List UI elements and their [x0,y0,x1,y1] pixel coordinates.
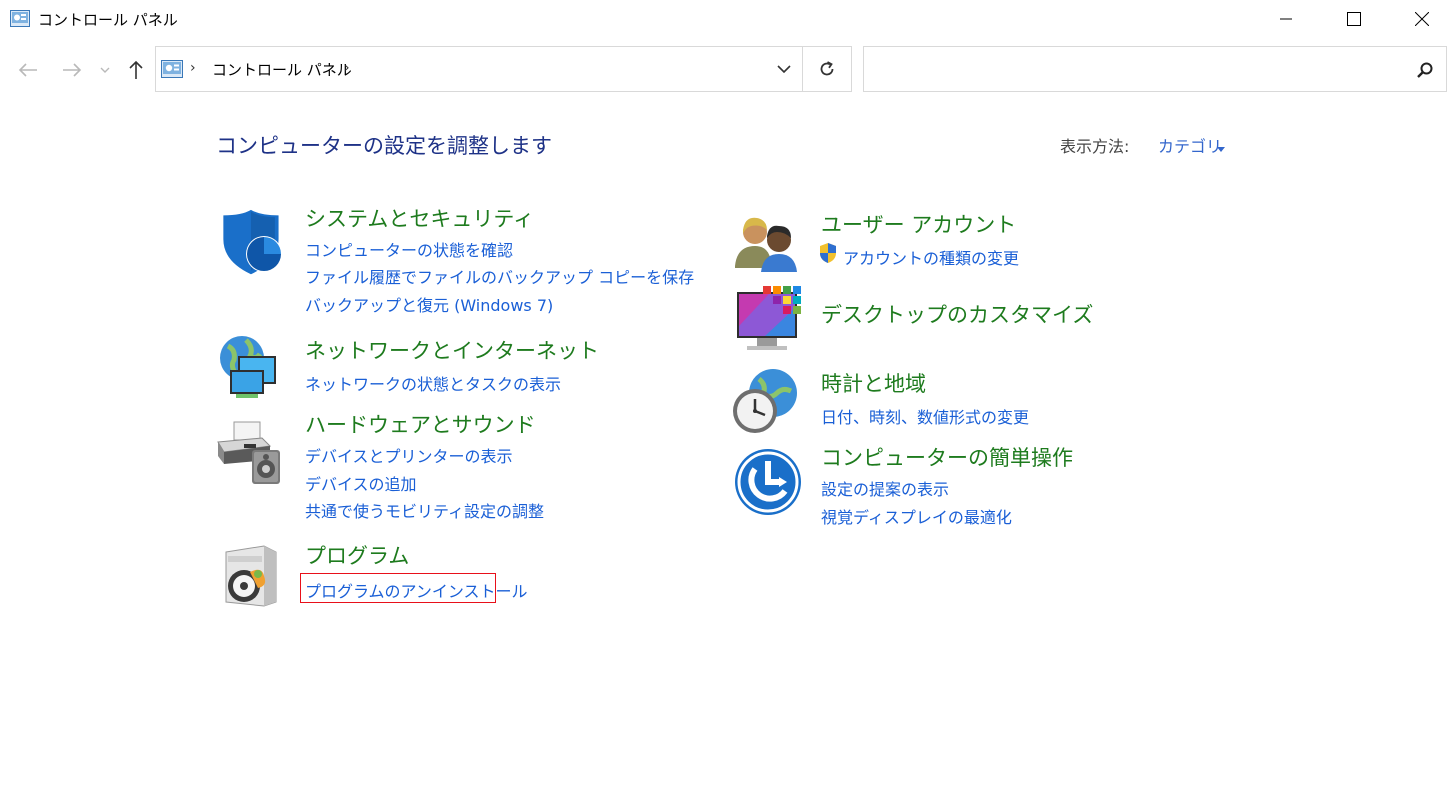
link-backup-restore[interactable]: バックアップと復元 (Windows 7) [305,292,553,316]
search-button[interactable] [1414,59,1436,81]
close-icon [1415,12,1429,26]
caret-down-icon[interactable] [1217,137,1225,156]
up-button[interactable] [122,56,150,84]
link-change-account-type[interactable]: アカウントの種類の変更 [843,245,1019,269]
chevron-down-icon [100,67,110,73]
back-button[interactable] [12,56,44,84]
category-hardware-sound[interactable]: ハードウェアとサウンド [305,409,536,439]
close-button[interactable] [1388,0,1456,38]
highlight-box [300,573,496,603]
category-desktop-customization[interactable]: デスクトップのカスタマイズ [821,299,1093,329]
link-network-status[interactable]: ネットワークの状態とタスクの表示 [305,371,561,395]
category-network-internet[interactable]: ネットワークとインターネット [305,335,599,365]
search-icon [1417,62,1433,78]
search-box[interactable] [863,46,1447,92]
desktop-customization-icon[interactable] [735,286,805,356]
view-by-label: 表示方法: [1060,137,1130,156]
maximize-icon [1347,12,1361,26]
window-title: コントロール パネル [38,11,178,29]
link-devices-printers[interactable]: デバイスとプリンターの表示 [305,443,513,467]
category-programs[interactable]: プログラム [305,540,409,570]
shield-icon[interactable] [216,208,286,278]
arrow-left-icon [18,63,37,77]
programs-icon[interactable] [216,542,286,612]
link-check-computer-status[interactable]: コンピューターの状態を確認 [305,237,513,261]
link-date-time-format[interactable]: 日付、時刻、数値形式の変更 [821,404,1029,428]
user-accounts-icon[interactable] [733,210,803,280]
printer-icon[interactable] [214,416,284,486]
category-clock-region[interactable]: 時計と地域 [821,368,926,398]
arrow-up-icon [129,60,143,79]
refresh-button[interactable] [803,47,851,91]
arrow-right-icon [63,63,82,77]
chevron-down-icon [777,65,791,73]
category-system-security[interactable]: システムとセキュリティ [305,203,534,233]
search-input[interactable] [870,55,1400,83]
link-optimize-display[interactable]: 視覚ディスプレイの最適化 [821,504,1012,528]
link-get-recommendations[interactable]: 設定の提案の表示 [821,476,949,500]
minimize-icon [1280,18,1292,20]
breadcrumb-separator[interactable]: › [344,60,350,76]
ease-of-access-icon[interactable] [733,447,803,517]
page-title: コンピューターの設定を調整します [216,134,552,158]
address-bar[interactable]: › コントロール パネル › [155,46,852,92]
uac-shield-icon [818,242,838,264]
view-by-dropdown[interactable]: カテゴリ [1158,133,1222,157]
breadcrumb-control-panel[interactable]: コントロール パネル [212,59,352,80]
link-add-device[interactable]: デバイスの追加 [305,471,417,495]
minimize-button[interactable] [1252,0,1320,38]
maximize-button[interactable] [1320,0,1388,38]
control-panel-icon [161,60,183,78]
link-mobility-settings[interactable]: 共通で使うモビリティ設定の調整 [305,498,544,522]
category-ease-of-access[interactable]: コンピューターの簡単操作 [821,442,1073,472]
title-bar: コントロール パネル [0,0,1456,38]
category-user-accounts[interactable]: ユーザー アカウント [821,209,1016,239]
refresh-icon [820,61,834,76]
recent-locations-button[interactable] [96,56,114,84]
forward-button[interactable] [56,56,88,84]
link-file-history-backup[interactable]: ファイル履歴でファイルのバックアップ コピーを保存 [305,264,694,288]
clock-globe-icon[interactable] [731,367,801,437]
breadcrumb-separator[interactable]: › [190,60,196,76]
network-globe-icon[interactable] [214,332,284,402]
control-panel-icon [10,10,30,27]
address-history-dropdown[interactable] [766,47,802,91]
